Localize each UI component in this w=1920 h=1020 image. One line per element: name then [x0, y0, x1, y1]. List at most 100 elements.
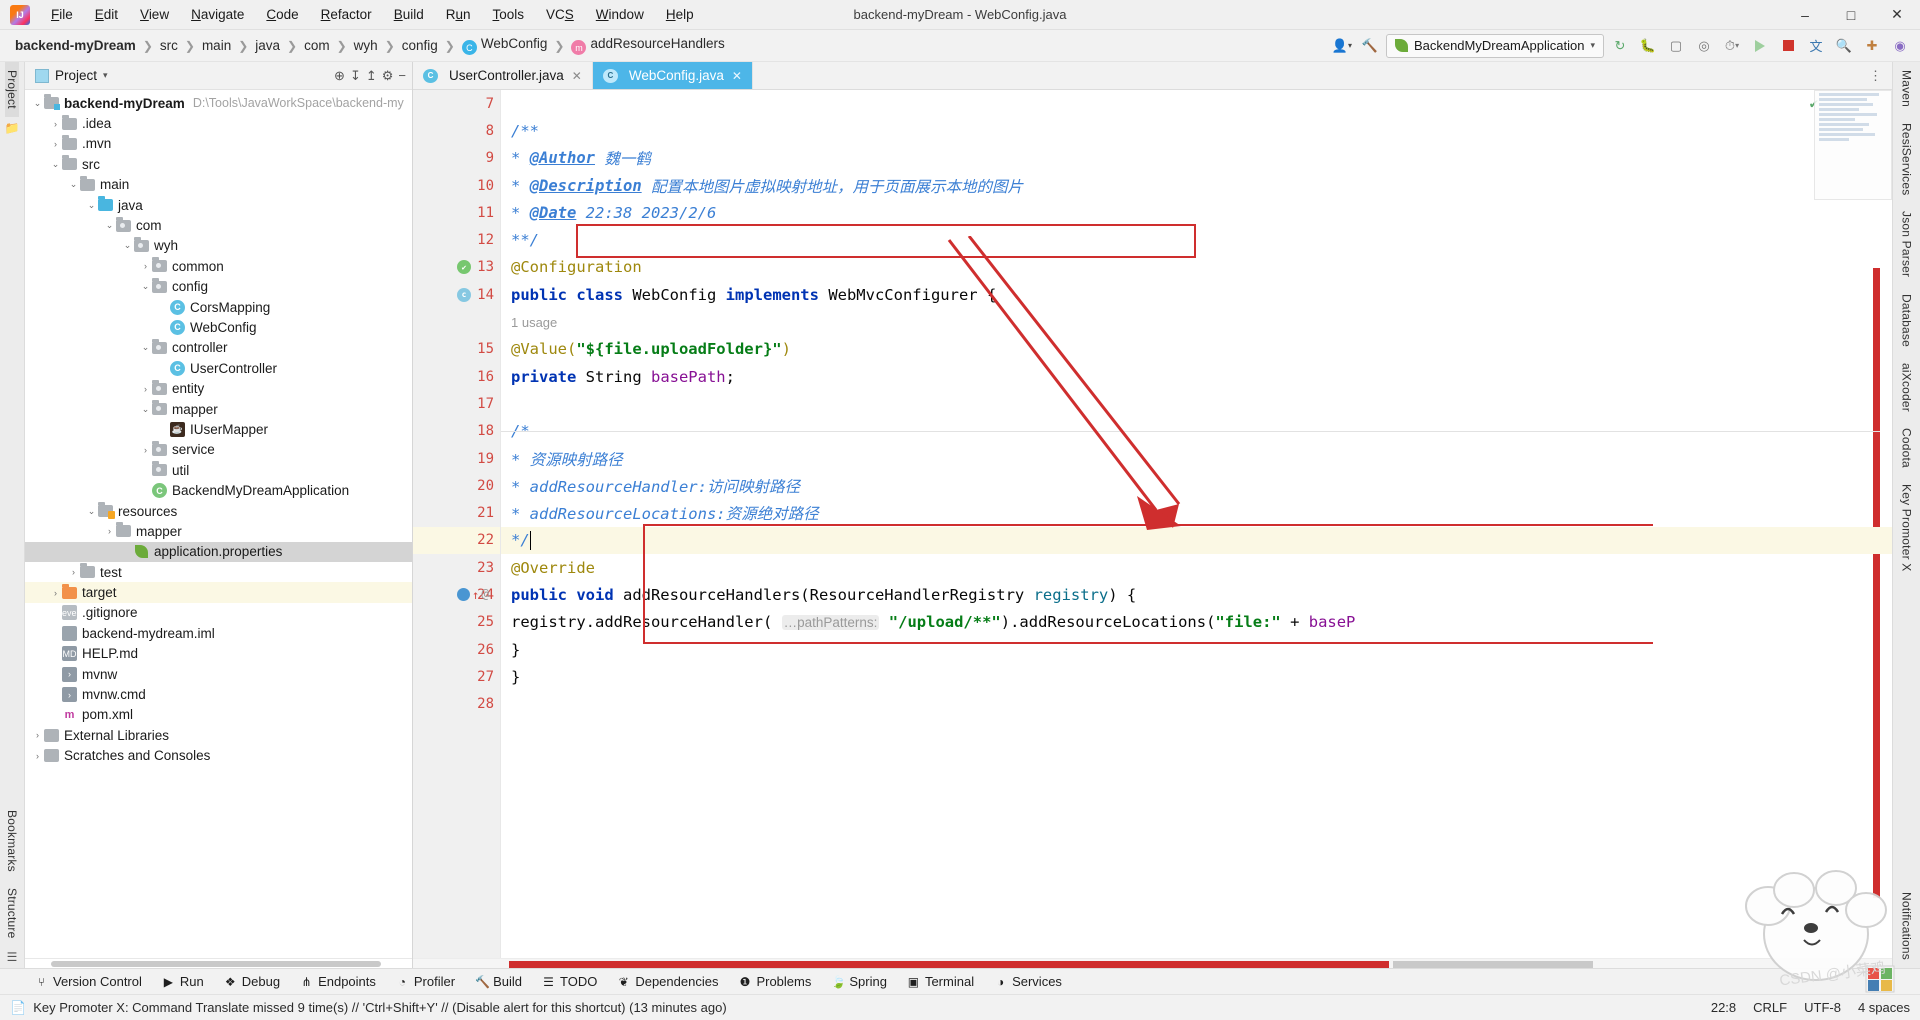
structure-icon[interactable]: ☰ — [7, 950, 18, 964]
line-separator[interactable]: CRLF — [1753, 1000, 1787, 1015]
tree-item-mvnw-cmd[interactable]: › mvnw.cmd — [25, 684, 412, 704]
override-method-icon[interactable] — [457, 588, 470, 602]
line-number-gutter[interactable]: 7 8 9 10 11 12 1314 15 16 17 18 19 20 21 22 23 ↑@24 25 26 2… — [413, 90, 501, 958]
rail-jsonparser-button[interactable]: Json Parser — [1900, 203, 1914, 285]
breadcrumb-item-2[interactable]: main — [199, 36, 234, 55]
code-line-17[interactable] — [501, 390, 1892, 417]
code-line-15[interactable]: @Value("${file.uploadFolder}") — [501, 336, 1892, 363]
tree-item-application-properties[interactable]: application.properties — [25, 541, 412, 562]
tree-expander-icon[interactable]: ⌄ — [67, 179, 80, 190]
minimize-icon[interactable]: – — [1782, 0, 1828, 30]
tree-item-mvnw[interactable]: › mvnw — [25, 664, 412, 684]
tree-expander-icon[interactable]: ⌄ — [121, 240, 134, 251]
recent-icon[interactable]: ⏱ ▾ — [1720, 34, 1744, 58]
tree-expander-icon[interactable]: › — [31, 730, 44, 740]
tree-item-iusermapper[interactable]: ☕ IUserMapper — [25, 419, 412, 439]
gutter-line-10[interactable]: 10 — [413, 172, 500, 199]
rail-bookmarks-button[interactable]: Bookmarks — [5, 802, 19, 880]
gutter-line-17[interactable]: 17 — [413, 390, 500, 417]
menu-refactor[interactable]: Refactor — [310, 3, 383, 27]
menu-build[interactable]: Build — [383, 3, 435, 27]
stop-square-icon[interactable] — [1776, 34, 1800, 58]
bottom-tool-run[interactable]: ▶ Run — [153, 972, 213, 991]
profiler-icon[interactable]: ◎ — [1692, 34, 1716, 58]
gutter-line-20[interactable]: 20 — [413, 472, 500, 499]
rail-database-button[interactable]: Database — [1900, 286, 1914, 355]
gutter-line-11[interactable]: 11 — [413, 199, 500, 226]
tree-item-wyh[interactable]: ⌄ wyh — [25, 236, 412, 256]
rail-aixcoder-button[interactable]: aiXcoder — [1900, 355, 1914, 420]
code-line-10[interactable]: * @Description 配置本地图片虚拟映射地址，用于页面展示本地的图片 — [501, 172, 1892, 199]
tree-item-help-md[interactable]: MD HELP.md — [25, 644, 412, 664]
breadcrumb-item-0[interactable]: backend-myDream — [12, 36, 139, 55]
breadcrumb-item-4[interactable]: com — [301, 36, 333, 55]
tree-item-test[interactable]: › test — [25, 562, 412, 582]
bottom-tool-endpoints[interactable]: ⋔ Endpoints — [291, 972, 385, 991]
bottom-tool-terminal[interactable]: ▣ Terminal — [898, 972, 983, 991]
code-line-13[interactable]: @Configuration — [501, 254, 1892, 281]
bottom-tool-build[interactable]: 🔨 Build — [466, 972, 531, 991]
gutter-line-7[interactable]: 7 — [413, 90, 500, 117]
rail-codota-button[interactable]: Codota — [1900, 420, 1914, 476]
breadcrumb-item-1[interactable]: src — [157, 36, 181, 55]
breadcrumb-item-3[interactable]: java — [252, 36, 283, 55]
tree-item-backendmydreamapplication[interactable]: C BackendMyDreamApplication — [25, 480, 412, 500]
folder-icon[interactable]: 📁 — [5, 121, 20, 135]
tree-expander-icon[interactable]: › — [139, 384, 152, 394]
chevron-down-icon[interactable]: ▾ — [103, 70, 108, 81]
gutter-line-22[interactable]: 22 — [413, 526, 500, 555]
tree-expander-icon[interactable]: ⌄ — [139, 404, 152, 415]
tree-expander-icon[interactable]: ⌄ — [85, 506, 98, 517]
caret-position[interactable]: 22:8 — [1711, 1000, 1736, 1015]
code-line-21[interactable]: * addResourceLocations:资源绝对路径 — [501, 499, 1892, 526]
menu-help[interactable]: Help — [655, 3, 705, 27]
spring-config-icon[interactable] — [457, 287, 471, 302]
menu-view[interactable]: View — [129, 3, 180, 27]
bottom-tool-services[interactable]: ◑ Services — [985, 972, 1071, 991]
project-horizontal-scrollbar[interactable] — [25, 958, 412, 968]
tree-expander-icon[interactable]: ⌄ — [139, 342, 152, 353]
code-line-19[interactable]: * 资源映射路径 — [501, 445, 1892, 472]
spring-bean-icon[interactable] — [457, 260, 471, 275]
menu-run[interactable]: Run — [435, 3, 482, 27]
code-line-24[interactable]: − public void addResourceHandlers(Resour… — [501, 581, 1892, 608]
status-message[interactable]: Key Promoter X: Command Translate missed… — [33, 1000, 727, 1015]
locate-icon[interactable]: ⊕ — [334, 68, 345, 84]
gutter-line-27[interactable]: 27 — [413, 663, 500, 690]
code-line-22[interactable]: − */ — [501, 526, 1892, 555]
tree-expander-icon[interactable]: ⌄ — [49, 159, 62, 170]
code-line-16[interactable]: private String basePath; — [501, 363, 1892, 390]
gutter-line-18[interactable]: 18 — [413, 418, 500, 445]
avatar-icon[interactable]: ◉ — [1888, 34, 1912, 58]
gutter-line-23[interactable]: 23 — [413, 554, 500, 581]
gutter-line-24[interactable]: ↑ @24 — [413, 581, 500, 608]
collapse-all-icon[interactable]: ↥ — [366, 68, 377, 84]
tab-UserController[interactable]: C UserController.java ✕ — [413, 62, 593, 89]
tree-item-com[interactable]: ⌄ com — [25, 215, 412, 235]
code-line-14[interactable]: public class WebConfig implements WebMvc… — [501, 281, 1892, 308]
close-icon[interactable]: ✕ — [1874, 0, 1920, 30]
bottom-tool-profiler[interactable]: ◔ Profiler — [387, 972, 464, 991]
menu-vcs[interactable]: VCS — [535, 3, 585, 27]
tab-WebConfig[interactable]: C WebConfig.java ✕ — [592, 62, 753, 89]
indent-setting[interactable]: 4 spaces — [1858, 1000, 1910, 1015]
tree-item-external-libraries[interactable]: › External Libraries — [25, 725, 412, 745]
bottom-tool-todo[interactable]: ☰ TODO — [533, 972, 606, 991]
gutter-line-usage[interactable] — [413, 308, 500, 335]
rail-restservices-button[interactable]: ResiServices — [1900, 115, 1914, 203]
tree-expander-icon[interactable]: › — [49, 119, 62, 129]
code-line-27[interactable]: } — [501, 663, 1892, 690]
tree-expander-icon[interactable]: ⌄ — [31, 98, 44, 109]
tree-expander-icon[interactable]: ⌄ — [139, 281, 152, 292]
menu-tools[interactable]: Tools — [482, 3, 536, 27]
project-tree[interactable]: ⌄ backend-myDream D:\Tools\JavaWorkSpace\b… — [25, 90, 412, 958]
tree-item-main[interactable]: ⌄ main — [25, 175, 412, 195]
code-viewport[interactable]: 7 8 9 10 11 12 1314 15 16 17 18 19 20 21 22 23 ↑@24 25 26 2… — [413, 90, 1892, 958]
bottom-tool-version-control[interactable]: ⑂ Version Control — [26, 972, 151, 991]
gutter-line-15[interactable]: 15 — [413, 336, 500, 363]
gutter-line-9[interactable]: 9 — [413, 145, 500, 172]
tree-item-pom-xml[interactable]: m pom.xml — [25, 705, 412, 725]
gutter-line-21[interactable]: 21 — [413, 499, 500, 526]
bottom-tool-problems[interactable]: ❶ Problems — [729, 972, 820, 991]
breadcrumb-item-7[interactable]: C WebConfig — [459, 34, 551, 58]
